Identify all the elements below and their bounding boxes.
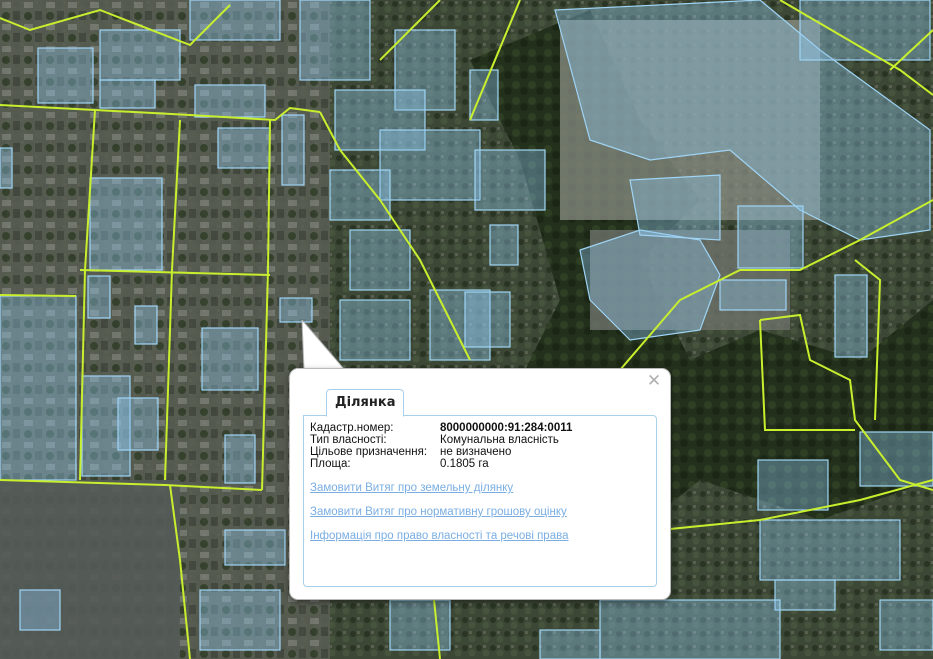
parcel[interactable] xyxy=(134,305,158,345)
parcel[interactable] xyxy=(539,629,601,659)
field-label-purpose: Цільове призначення: xyxy=(310,446,428,458)
parcel[interactable] xyxy=(0,147,13,189)
parcel[interactable] xyxy=(489,224,519,266)
parcel[interactable] xyxy=(389,599,451,651)
popup-pointer xyxy=(296,320,356,372)
boundary-line xyxy=(0,294,77,297)
table-row: Цільове призначення: не визначено xyxy=(310,446,572,458)
parcel[interactable] xyxy=(329,169,391,221)
table-row: Площа: 0.1805 га xyxy=(310,458,572,470)
parcel[interactable] xyxy=(201,327,259,391)
field-label-ownership-type: Тип власності: xyxy=(310,434,387,446)
railway-area-southwest xyxy=(0,480,180,659)
parcel[interactable] xyxy=(99,79,156,109)
parcel[interactable] xyxy=(217,127,271,169)
close-icon[interactable]: ✕ xyxy=(646,373,662,390)
ownership-rights-info-link[interactable]: Інформація про право власності та речові… xyxy=(310,530,568,542)
parcel-info-panel: Кадастр.номер: 8000000000:91:284:0011 Ти… xyxy=(303,415,657,587)
parcel[interactable] xyxy=(194,84,266,118)
parcel[interactable] xyxy=(281,114,305,186)
order-valuation-extract-link[interactable]: Замовити Витяг про нормативну грошову оц… xyxy=(310,506,567,518)
parcel[interactable] xyxy=(474,149,546,211)
parcel[interactable] xyxy=(757,459,829,511)
field-label-cadastral-number: Кадастр.номер: xyxy=(310,422,394,434)
parcel[interactable] xyxy=(379,129,481,201)
parcel[interactable] xyxy=(599,599,781,659)
field-value-purpose: не визначено xyxy=(440,446,512,458)
parcel[interactable] xyxy=(199,589,281,651)
parcel[interactable] xyxy=(224,529,286,566)
field-value-ownership-type: Комунальна власність xyxy=(440,434,559,446)
parcel[interactable] xyxy=(189,0,281,41)
parcel[interactable] xyxy=(87,275,111,319)
parcel[interactable] xyxy=(737,205,804,269)
parcel[interactable] xyxy=(464,291,511,348)
parcel[interactable] xyxy=(0,295,77,481)
parcel[interactable] xyxy=(349,229,411,291)
parcel[interactable] xyxy=(299,0,371,81)
table-row: Кадастр.номер: 8000000000:91:284:0011 xyxy=(310,422,572,434)
field-label-area: Площа: xyxy=(310,458,351,470)
field-value-area: 0.1805 га xyxy=(440,458,489,470)
field-value-cadastral-number: 8000000000:91:284:0011 xyxy=(440,422,573,434)
parcel-selected[interactable] xyxy=(279,297,313,323)
parcel[interactable] xyxy=(19,589,61,631)
parcel-info-popup: ✕ Ділянка Кадастр.номер: 8000000000:91:2… xyxy=(289,368,671,600)
tab-parcel[interactable]: Ділянка xyxy=(326,389,405,417)
parcel-attributes-table: Кадастр.номер: 8000000000:91:284:0011 Ти… xyxy=(310,422,572,470)
parcel[interactable] xyxy=(774,579,836,611)
parcel[interactable] xyxy=(89,177,163,271)
order-land-extract-link[interactable]: Замовити Витяг про земельну ділянку xyxy=(310,482,513,494)
parcel[interactable] xyxy=(629,174,721,241)
parcel[interactable] xyxy=(759,519,901,581)
parcel[interactable] xyxy=(879,599,933,651)
parcel[interactable] xyxy=(834,274,868,358)
parcel[interactable] xyxy=(117,397,159,451)
parcel[interactable] xyxy=(719,279,787,311)
parcel[interactable] xyxy=(224,434,256,484)
table-row: Тип власності: Комунальна власність xyxy=(310,434,572,446)
parcel[interactable] xyxy=(37,47,94,104)
